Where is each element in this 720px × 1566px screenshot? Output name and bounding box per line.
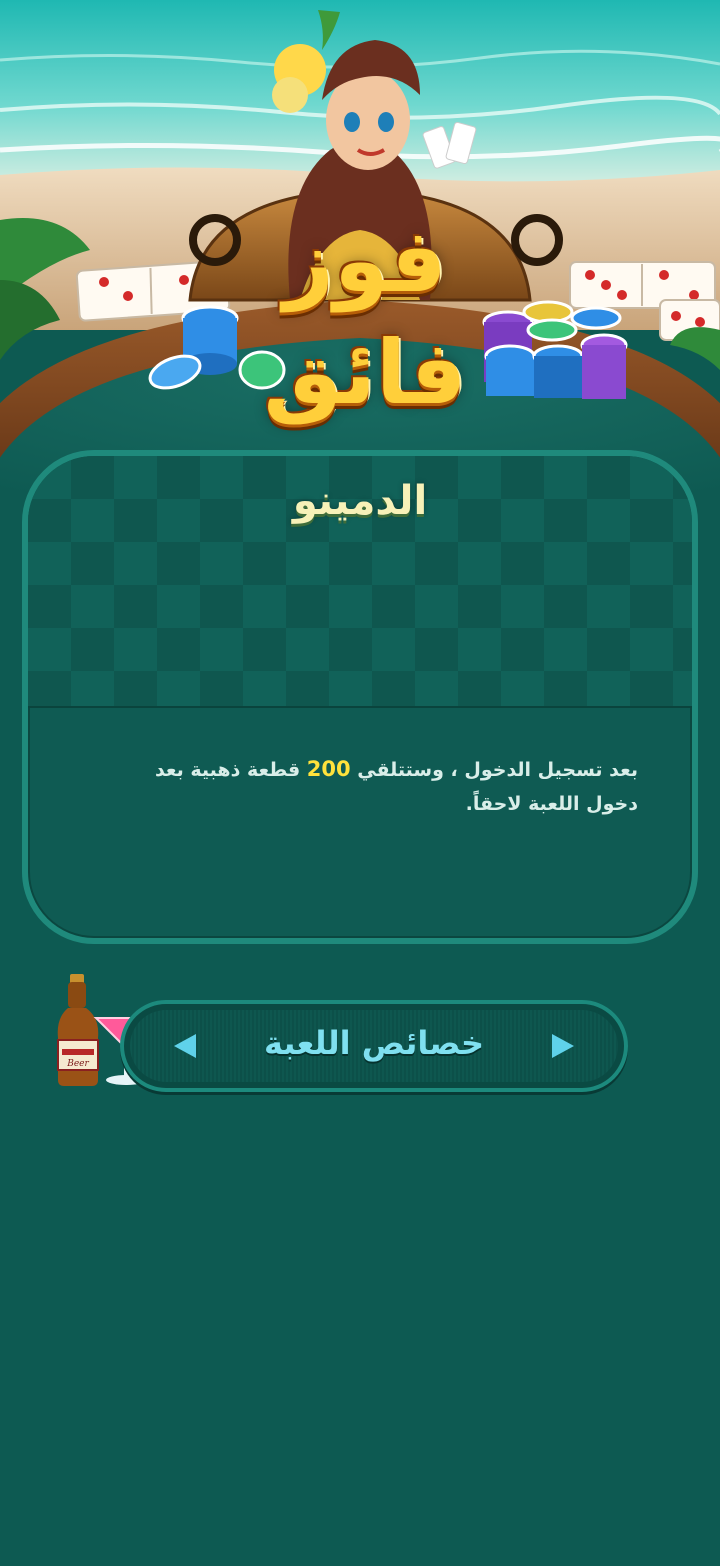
triangle-right-icon[interactable] xyxy=(552,1034,574,1058)
hero-banner: فوز فائق xyxy=(0,0,720,520)
info-panel: الدمينو بعد تسجيل الدخول ، وستتلقي 200 ق… xyxy=(22,450,698,944)
logo-line-2: فائق xyxy=(263,321,467,424)
game-title: الدمينو xyxy=(292,478,428,524)
bottle-label-text: Beer xyxy=(66,1059,89,1069)
description-text-start: بعد تسجيل الدخول ، وستتلقي xyxy=(350,759,638,781)
game-features-label: خصائص اللعبة xyxy=(264,1024,484,1062)
poker-chips-right xyxy=(482,300,628,399)
logo-line-1: فوز xyxy=(283,209,447,312)
gold-amount: 200 xyxy=(306,757,351,781)
panel-description: بعد تسجيل الدخول ، وستتلقي 200 قطعة ذهبي… xyxy=(98,752,638,821)
game-logo: فوز فائق xyxy=(240,205,490,475)
game-features-bar[interactable]: خصائص اللعبة xyxy=(120,1000,628,1092)
